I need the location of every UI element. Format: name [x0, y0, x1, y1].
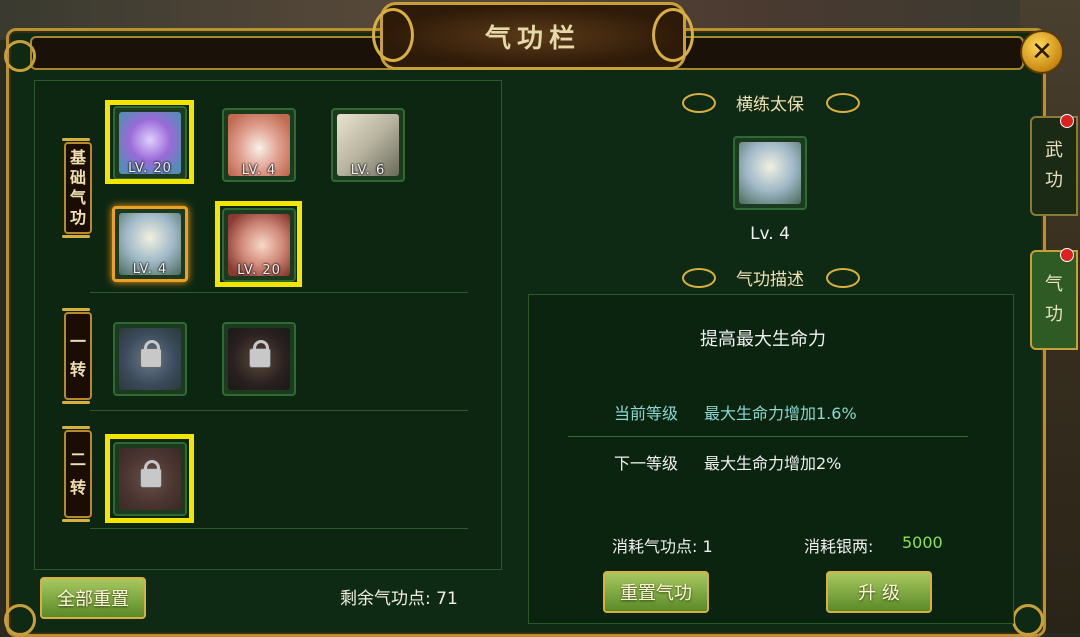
highlight-box	[215, 201, 302, 287]
armored-head-icon	[739, 142, 801, 204]
notification-dot	[1060, 114, 1074, 128]
skill-slot-heng-lian-tai-bao[interactable]: LV. 4	[112, 206, 188, 282]
selected-skill-level: Lv. 4	[750, 224, 790, 244]
cost-silver-value: 5000	[902, 533, 943, 552]
lock-icon	[140, 340, 162, 368]
title-plaque: 气功栏	[380, 2, 686, 70]
reset-all-button[interactable]: 全部重置	[40, 577, 146, 619]
remaining-points: 剩余气功点: 71	[340, 589, 458, 609]
current-level-label: 当前等级	[614, 404, 679, 423]
ornament-curl-left	[372, 8, 414, 62]
ornament-curl-icon	[682, 268, 716, 288]
ornament-curl-icon	[682, 93, 716, 113]
close-icon: ✕	[1031, 37, 1053, 67]
description-title: 提高最大生命力	[700, 329, 826, 350]
ornament-curl-right	[652, 8, 694, 62]
close-button[interactable]: ✕	[1020, 30, 1064, 74]
reset-skill-button[interactable]: 重置气功	[603, 571, 709, 613]
next-level-effect: 最大生命力增加2%	[704, 454, 842, 473]
highlight-box	[105, 100, 194, 184]
description-header: 气功描述	[736, 270, 804, 290]
tab-qigong[interactable]: 气 功	[1030, 250, 1078, 350]
skill-slot-scroll-blade[interactable]: LV. 6	[331, 108, 405, 182]
ornament-curl-icon	[826, 93, 860, 113]
selected-skill-icon-frame	[733, 136, 807, 210]
highlight-box	[105, 434, 194, 523]
upgrade-button[interactable]: 升 级	[826, 571, 932, 613]
skill-slot-wine-jar[interactable]: LV. 4	[222, 108, 296, 182]
row-divider	[90, 292, 468, 293]
skill-slot-locked-claw[interactable]	[222, 322, 296, 396]
cost-silver-label: 消耗银两:	[804, 537, 874, 556]
corner-ornament-bl	[4, 604, 36, 636]
current-level-effect: 最大生命力增加1.6%	[704, 404, 857, 423]
skill-slot-locked-wind[interactable]	[113, 322, 187, 396]
skill-name: 横练太保	[736, 95, 804, 115]
lock-icon	[249, 340, 271, 368]
window-title: 气功栏	[484, 23, 581, 54]
description-divider	[568, 436, 968, 437]
category-label-basic: 基 础 气 功	[62, 138, 92, 238]
next-level-label: 下一等级	[614, 454, 679, 473]
cost-points: 消耗气功点: 1	[612, 537, 713, 556]
category-label-second-turn: 二 转	[62, 426, 92, 522]
row-divider	[90, 410, 468, 411]
category-label-first-turn: 一 转	[62, 308, 92, 404]
corner-ornament-br	[1012, 604, 1044, 636]
row-divider	[90, 528, 468, 529]
ornament-curl-icon	[826, 268, 860, 288]
corner-ornament-tl	[4, 40, 36, 72]
notification-dot	[1060, 248, 1074, 262]
tab-martial-arts[interactable]: 武 功	[1030, 116, 1078, 216]
